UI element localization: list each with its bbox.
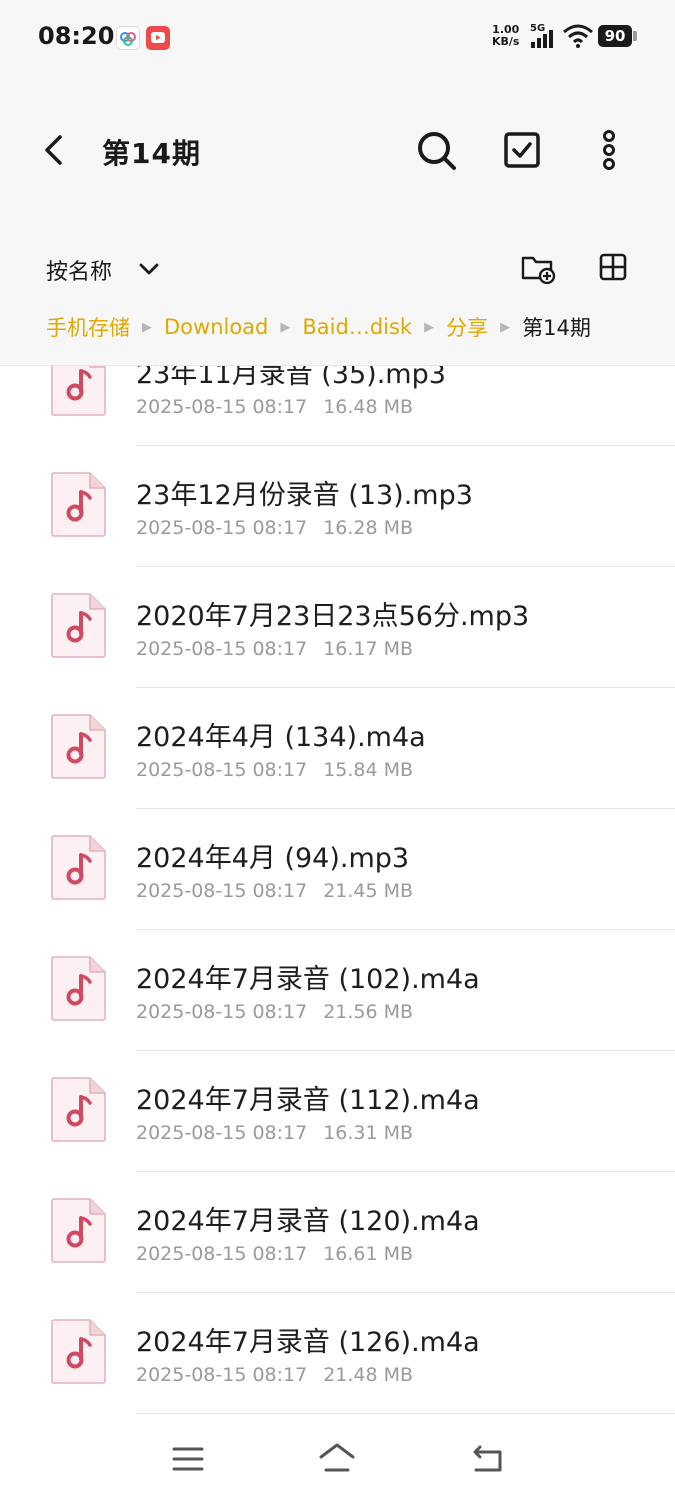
battery-tip <box>633 31 637 41</box>
file-size: 16.28 MB <box>323 517 414 539</box>
network-speed: 1.00 KB/s <box>492 24 519 48</box>
chevron-down-icon[interactable] <box>136 256 162 282</box>
signal-icon <box>531 30 553 48</box>
network-speed-unit: KB/s <box>492 35 520 48</box>
system-nav-bar <box>0 1414 675 1500</box>
file-name: 2024年4月 (134).m4a <box>136 722 426 753</box>
file-list-item[interactable]: 2020年7月23日23点56分.mp3 2025-08-15 08:17 16.… <box>0 567 675 688</box>
system-back-icon[interactable] <box>470 1444 506 1474</box>
file-name: 2024年7月录音 (112).m4a <box>136 1085 480 1116</box>
audio-file-icon <box>51 472 106 537</box>
back-arrow-icon[interactable] <box>36 132 72 168</box>
breadcrumb-separator-icon: ▶ <box>280 319 291 335</box>
audio-file-icon <box>51 593 106 658</box>
audio-file-icon <box>51 835 106 900</box>
file-list-item[interactable]: 2024年7月录音 (126).m4a 2025-08-15 08:17 21.4… <box>0 1293 675 1414</box>
audio-file-icon <box>51 956 106 1021</box>
file-date: 2025-08-15 08:17 <box>136 880 308 902</box>
file-meta: 2025-08-15 08:17 16.31 MB <box>136 1122 413 1144</box>
wifi-icon <box>563 24 593 48</box>
page-title: 第14期 <box>102 137 201 170</box>
file-size: 16.31 MB <box>323 1122 414 1144</box>
header: 08:20 1.00 KB/s 5G 90 第14期 按名称 手机存储 ▶ Do… <box>0 0 675 366</box>
file-list-item[interactable]: 2024年7月录音 (112).m4a 2025-08-15 08:17 16.3… <box>0 1051 675 1172</box>
battery-indicator: 90 <box>598 25 632 47</box>
file-size: 16.48 MB <box>323 396 414 418</box>
audio-file-icon <box>51 1077 106 1142</box>
file-list-item[interactable]: 2024年4月 (134).m4a 2025-08-15 08:17 15.84 … <box>0 688 675 809</box>
status-time: 08:20 <box>38 22 115 50</box>
recent-apps-menu-icon[interactable] <box>172 1446 204 1472</box>
file-list-item[interactable]: 23年12月份录音 (13).mp3 2025-08-15 08:17 16.28… <box>0 446 675 567</box>
file-date: 2025-08-15 08:17 <box>136 517 308 539</box>
breadcrumb-separator-icon: ▶ <box>500 319 511 335</box>
file-name: 2020年7月23日23点56分.mp3 <box>136 601 530 632</box>
home-icon[interactable] <box>318 1442 356 1474</box>
cloud-app-icon <box>116 26 140 50</box>
file-size: 16.61 MB <box>323 1243 414 1265</box>
file-list: 23年11月录音 (35).mp3 2025-08-15 08:17 16.48 … <box>0 325 675 1414</box>
audio-file-icon <box>51 714 106 779</box>
file-name: 2024年7月录音 (120).m4a <box>136 1206 480 1237</box>
breadcrumb-item-share[interactable]: 分享 <box>446 312 488 342</box>
breadcrumb-item-phone-storage[interactable]: 手机存储 <box>46 312 130 342</box>
file-meta: 2025-08-15 08:17 21.48 MB <box>136 1364 413 1386</box>
file-size: 16.17 MB <box>323 638 414 660</box>
file-date: 2025-08-15 08:17 <box>136 759 308 781</box>
breadcrumb-separator-icon: ▶ <box>142 319 152 335</box>
title-bar: 第14期 <box>0 110 675 190</box>
audio-file-icon <box>51 1198 106 1263</box>
file-meta: 2025-08-15 08:17 21.45 MB <box>136 880 413 902</box>
audio-file-icon <box>51 1319 106 1384</box>
file-list-item[interactable]: 2024年7月录音 (102).m4a 2025-08-15 08:17 21.5… <box>0 930 675 1051</box>
status-bar: 08:20 1.00 KB/s 5G 90 <box>0 0 675 72</box>
sort-dropdown-label[interactable]: 按名称 <box>46 254 112 286</box>
file-meta: 2025-08-15 08:17 16.17 MB <box>136 638 413 660</box>
breadcrumb-item-download[interactable]: Download <box>164 315 268 339</box>
grid-view-icon[interactable] <box>598 252 628 282</box>
file-name: 2024年7月录音 (126).m4a <box>136 1327 480 1358</box>
file-date: 2025-08-15 08:17 <box>136 1243 308 1265</box>
file-name: 23年12月份录音 (13).mp3 <box>136 480 473 511</box>
file-name: 2024年4月 (94).mp3 <box>136 843 410 874</box>
file-size: 15.84 MB <box>323 759 414 781</box>
file-list-item[interactable]: 2024年4月 (94).mp3 2025-08-15 08:17 21.45 M… <box>0 809 675 930</box>
file-date: 2025-08-15 08:17 <box>136 1001 308 1023</box>
file-meta: 2025-08-15 08:17 16.48 MB <box>136 396 413 418</box>
sort-row: 按名称 <box>0 244 675 290</box>
file-date: 2025-08-15 08:17 <box>136 396 308 418</box>
search-icon[interactable] <box>414 128 458 172</box>
file-size: 21.45 MB <box>323 880 414 902</box>
file-meta: 2025-08-15 08:17 16.61 MB <box>136 1243 413 1265</box>
new-folder-icon[interactable] <box>520 252 556 284</box>
file-date: 2025-08-15 08:17 <box>136 638 308 660</box>
file-list-item[interactable]: 2024年7月录音 (120).m4a 2025-08-15 08:17 16.6… <box>0 1172 675 1293</box>
file-meta: 2025-08-15 08:17 15.84 MB <box>136 759 413 781</box>
file-date: 2025-08-15 08:17 <box>136 1364 308 1386</box>
breadcrumb-item-current: 第14期 <box>522 316 591 340</box>
breadcrumb-separator-icon: ▶ <box>424 319 435 335</box>
breadcrumb: 手机存储 ▶ Download ▶ Baid…disk ▶ 分享 ▶ 第14期 <box>46 312 656 342</box>
checkbox-icon[interactable] <box>502 130 542 170</box>
file-size: 21.48 MB <box>323 1364 414 1386</box>
file-date: 2025-08-15 08:17 <box>136 1122 308 1144</box>
breadcrumb-item-baidu-netdisk[interactable]: Baid…disk <box>302 315 412 339</box>
file-meta: 2025-08-15 08:17 21.56 MB <box>136 1001 413 1023</box>
video-app-icon <box>146 26 170 50</box>
more-vertical-icon[interactable] <box>594 130 624 170</box>
file-name: 2024年7月录音 (102).m4a <box>136 964 480 995</box>
file-size: 21.56 MB <box>323 1001 414 1023</box>
file-meta: 2025-08-15 08:17 16.28 MB <box>136 517 413 539</box>
